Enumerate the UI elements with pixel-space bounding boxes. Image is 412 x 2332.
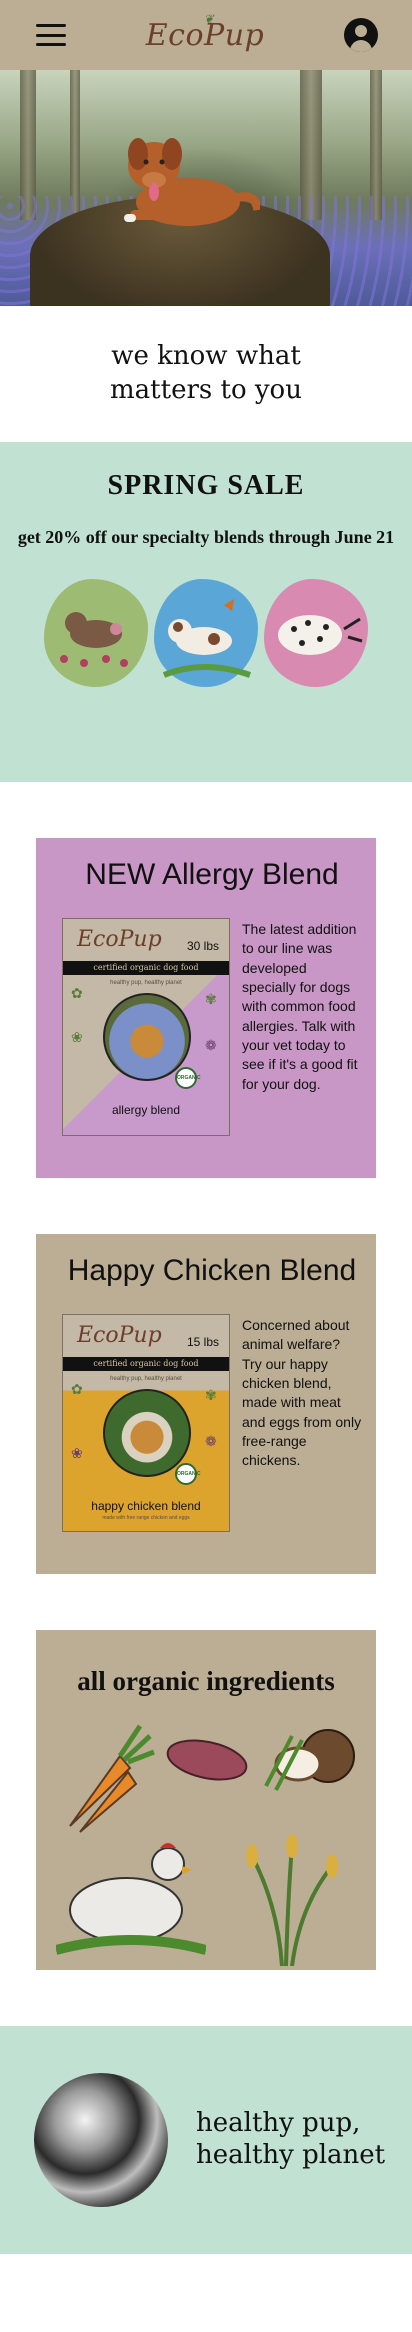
organic-title: all organic ingredients (77, 1666, 335, 1696)
bag-tiny-text: made with free range chicken and eggs (102, 1515, 190, 1521)
organic-seal-icon: ORGANIC (175, 1067, 201, 1089)
planet-text: healthy pup, healthy planet (196, 2108, 386, 2170)
herb-icon: ✾ (205, 1387, 217, 1403)
account-circle-icon[interactable] (343, 18, 378, 52)
product-card-happy-chicken-blend[interactable]: Happy Chicken Blend EcoPup 15 lbs certif… (36, 1234, 376, 1574)
herb-icon: ✾ (205, 991, 217, 1007)
tagline-section: we know what matters to you (0, 306, 412, 442)
product-description: The latest addition to our line was deve… (242, 921, 358, 1092)
organic-seal-icon: ORGANIC (175, 1463, 201, 1485)
organic-ingredients-section: all organic ingredients (36, 1630, 376, 1970)
dog-with-flowers-illustration (44, 578, 148, 687)
bag-product-name: allergy blend (111, 1103, 181, 1117)
dalmatian-illustration (264, 578, 368, 687)
product-title: Happy Chicken Blend (67, 1254, 357, 1287)
spring-sale-section[interactable]: SPRING SALE get 20% off our specialty bl… (0, 442, 412, 782)
herb-icon: ❁ (205, 1433, 217, 1449)
herb-icon: ❀ (71, 1029, 83, 1045)
bag-brand: EcoPup (77, 1323, 162, 1348)
product-description: Concerned about animal welfare? Try our … (242, 1317, 362, 1469)
product-card-allergy-blend[interactable]: NEW Allergy Blend EcoPup 30 lbs certifie… (36, 838, 376, 1178)
tagline-text: we know what matters to you (110, 341, 302, 405)
herb-icon: ✿ (71, 1381, 83, 1397)
product-bag-image: EcoPup 15 lbs certified organic dog food… (62, 1314, 230, 1532)
bag-brand: EcoPup (77, 927, 162, 952)
page: EcoPup ❦ we know what matters to you SPR… (0, 0, 412, 2332)
dog-photo-circle (103, 993, 191, 1081)
sale-illustrations (0, 578, 412, 687)
herb-icon: ✿ (71, 985, 83, 1001)
bag-weight: 30 lbs (186, 939, 219, 953)
logo[interactable]: EcoPup ❦ (146, 12, 264, 53)
leaf-icon: ❦ (203, 11, 215, 26)
site-header: EcoPup ❦ (0, 0, 412, 70)
sale-subtitle: get 20% off our specialty blends through… (17, 527, 395, 547)
herb-icon: ❁ (205, 1037, 217, 1053)
sweet-potato-icon (166, 1739, 248, 1781)
hero-dog-image (0, 70, 412, 306)
coconut-icon (264, 1729, 355, 1791)
bag-product-name: happy chicken blend (91, 1499, 201, 1513)
chicken-icon (56, 1843, 206, 1955)
bag-strip-text: certified organic dog food (63, 961, 229, 975)
product-bag-image: EcoPup 30 lbs certified organic dog food… (62, 918, 230, 1136)
hamburger-menu-icon[interactable] (36, 24, 66, 46)
wheat-icon (246, 1834, 338, 1966)
bag-subtext: healthy pup, healthy planet (110, 1376, 182, 1382)
dog-photo-circle (103, 1389, 191, 1477)
bag-strip-text: certified organic dog food (63, 1357, 229, 1371)
healthy-planet-section: healthy pup, healthy planet (0, 2026, 412, 2254)
bag-subtext: healthy pup, healthy planet (110, 980, 182, 986)
dog-illustration (124, 138, 260, 226)
herb-icon: ❀ (71, 1445, 83, 1461)
product-title: NEW Allergy Blend (85, 858, 339, 891)
bag-weight: 15 lbs (186, 1335, 219, 1349)
sale-title: SPRING SALE (107, 470, 305, 501)
dog-with-butterfly-illustration (154, 578, 258, 687)
earth-globe-image (34, 2073, 168, 2207)
